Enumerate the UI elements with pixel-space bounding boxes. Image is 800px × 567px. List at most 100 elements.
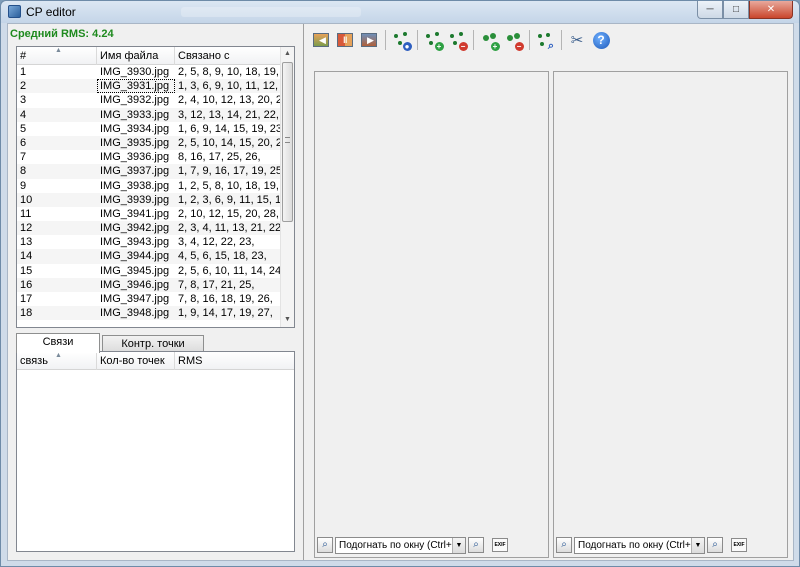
settings-button[interactable]: ✂ <box>566 29 588 51</box>
cell-linked: 7, 8, 17, 21, 25, <box>178 278 255 291</box>
help-button[interactable]: ? <box>590 29 612 51</box>
tab-control-points[interactable]: Контр. точки <box>102 335 204 352</box>
table-row[interactable]: 8 IMG_3937.jpg 1, 7, 9, 16, 17, 19, 25, 2.… <box>17 164 281 179</box>
cell-number: 8 <box>20 165 27 178</box>
image-pair-prev-button[interactable]: ◀ <box>310 29 332 51</box>
zoom-fit-icon[interactable]: ⌕ <box>556 537 572 553</box>
image-viewer-right[interactable]: ⌕ Подогнать по окну (Ctrl+0) ▼ ⌕ EXIF <box>553 71 788 558</box>
zoom-mode-select[interactable]: Подогнать по окну (Ctrl+0) ▼ <box>574 536 705 554</box>
cell-number: 11 <box>20 207 32 220</box>
toolbar: ◀ ‖ ▶ ● + − + − ⌕ ✂ ? <box>310 28 614 52</box>
cell-linked: 1, 6, 9, 14, 15, 19, 23, 24, <box>178 122 281 135</box>
image-pair-next-button[interactable]: ▶ <box>358 29 380 51</box>
chevron-down-icon: ▼ <box>691 537 704 553</box>
cell-linked: 2, 10, 12, 15, 20, 28, <box>178 207 279 220</box>
cell-linked: 8, 16, 17, 25, 26, <box>178 151 261 164</box>
table-row[interactable]: 7 IMG_3936.jpg 8, 16, 17, 25, 26, <box>17 150 281 164</box>
window-title: CP editor <box>26 5 76 19</box>
column-header-linked[interactable]: Связано с <box>175 47 281 65</box>
maximize-button[interactable]: □ <box>723 1 749 19</box>
zoom-mode-select[interactable]: Подогнать по окну (Ctrl+0) ▼ <box>335 536 466 554</box>
cell-number: 4 <box>20 108 27 121</box>
column-header-point-count[interactable]: Кол-во точек <box>97 352 175 370</box>
viewer-left-controls: ⌕ Подогнать по окну (Ctrl+0) ▼ ⌕ EXIF <box>317 536 508 554</box>
sort-ascending-icon: ▲ <box>55 47 62 54</box>
table-row[interactable]: 16 IMG_3946.jpg 7, 8, 17, 21, 25, <box>17 277 281 292</box>
table-row[interactable]: 18 IMG_3948.jpg 1, 9, 14, 17, 19, 27, <box>17 306 281 321</box>
scroll-down-icon[interactable]: ▼ <box>281 313 294 327</box>
images-table[interactable]: # ▲ Имя файла Связано с 1 IMG_3930.jpg 2, 5… <box>16 46 295 328</box>
find-points-button[interactable]: ● <box>390 29 412 51</box>
cell-filename: IMG_3948.jpg <box>100 307 170 320</box>
minimize-button[interactable]: ─ <box>697 1 723 19</box>
image-pair-next-icon: ▶ <box>361 33 377 47</box>
remove-point-button[interactable]: − <box>446 29 468 51</box>
chevron-down-icon: ▼ <box>452 537 465 553</box>
table-row[interactable]: 12 IMG_3942.jpg 2, 3, 4, 11, 13, 21, 22, <box>17 221 281 236</box>
remove-link-button[interactable]: − <box>502 29 524 51</box>
close-button[interactable]: ✕ <box>749 1 793 19</box>
app-window: CP editor ─ □ ✕ Средний RMS: 4.24 # ▲ Имя… <box>0 0 800 567</box>
remove-point-icon: − <box>449 31 468 51</box>
add-point-button[interactable]: + <box>422 29 444 51</box>
table-row[interactable]: 4 IMG_3933.jpg 3, 12, 13, 14, 21, 22, 26, <box>17 107 281 122</box>
table-row[interactable]: 9 IMG_3938.jpg 1, 2, 5, 8, 10, 18, 19, 20.… <box>17 179 281 193</box>
add-link-button[interactable]: + <box>478 29 500 51</box>
zoom-in-icon[interactable]: ⌕ <box>468 537 484 553</box>
scroll-up-icon[interactable]: ▲ <box>281 47 294 61</box>
cell-filename: IMG_3933.jpg <box>100 108 170 121</box>
exif-button[interactable]: EXIF <box>492 538 508 552</box>
help-icon: ? <box>592 31 610 49</box>
client-area: Средний RMS: 4.24 # ▲ Имя файла Связано с… <box>7 23 794 561</box>
tab-links[interactable]: Связи <box>16 333 100 353</box>
app-icon <box>8 5 21 18</box>
column-header-rms[interactable]: RMS <box>175 352 294 370</box>
zoom-fit-icon[interactable]: ⌕ <box>317 537 333 553</box>
image-pair-swap-icon: ‖ <box>337 33 353 47</box>
table-row[interactable]: 6 IMG_3935.jpg 2, 5, 10, 14, 15, 20, 23, .… <box>17 135 281 151</box>
table-row[interactable]: 1 IMG_3930.jpg 2, 5, 8, 9, 10, 18, 19, 20.… <box>17 65 281 79</box>
table-row[interactable]: 3 IMG_3932.jpg 2, 4, 10, 12, 13, 20, 21, .… <box>17 93 281 107</box>
add-point-icon: + <box>425 31 444 51</box>
optimize-button[interactable]: ⌕ <box>534 29 556 51</box>
images-table-scrollbar[interactable]: ▲ ▼ <box>280 47 294 327</box>
images-table-body: 1 IMG_3930.jpg 2, 5, 8, 9, 10, 18, 19, 20.… <box>17 65 281 321</box>
cell-filename: IMG_3944.jpg <box>100 250 170 263</box>
cell-linked: 2, 5, 6, 10, 11, 14, 24, <box>178 264 281 277</box>
exif-button[interactable]: EXIF <box>731 538 747 552</box>
links-table-header: связь ▲ Кол-во точек RMS <box>17 352 294 370</box>
column-header-number[interactable]: # ▲ <box>17 47 97 65</box>
average-rms-label: Средний RMS: 4.24 <box>10 28 114 40</box>
cell-number: 9 <box>20 179 27 192</box>
cell-filename: IMG_3945.jpg <box>100 264 170 277</box>
column-header-filename[interactable]: Имя файла <box>97 47 175 65</box>
cell-number: 10 <box>20 193 33 206</box>
cell-linked: 7, 8, 16, 18, 19, 26, <box>178 293 273 305</box>
cell-filename: IMG_3941.jpg <box>100 207 170 220</box>
table-row[interactable]: 14 IMG_3944.jpg 4, 5, 6, 15, 18, 23, <box>17 249 281 264</box>
links-table[interactable]: связь ▲ Кол-во точек RMS <box>16 351 295 552</box>
images-table-header: # ▲ Имя файла Связано с <box>17 47 281 65</box>
toolbar-separator <box>561 30 562 50</box>
cell-number: 18 <box>20 307 33 320</box>
table-row[interactable]: 13 IMG_3943.jpg 3, 4, 12, 22, 23, <box>17 235 281 249</box>
table-row[interactable]: 10 IMG_3939.jpg 1, 2, 3, 6, 9, 11, 15, 19,… <box>17 192 281 207</box>
cell-filename: IMG_3947.jpg <box>100 293 170 305</box>
image-viewer-left[interactable]: ⌕ Подогнать по окну (Ctrl+0) ▼ ⌕ EXIF <box>314 71 549 558</box>
table-row[interactable]: 17 IMG_3947.jpg 7, 8, 16, 18, 19, 26, <box>17 292 281 306</box>
cell-filename: IMG_3934.jpg <box>100 122 170 135</box>
cell-linked: 1, 2, 5, 8, 10, 18, 19, 20... <box>178 179 281 192</box>
column-header-link[interactable]: связь ▲ <box>17 352 97 370</box>
image-pair-swap-button[interactable]: ‖ <box>334 29 356 51</box>
left-panel: Средний RMS: 4.24 # ▲ Имя файла Связано с… <box>8 24 304 560</box>
title-bar[interactable]: CP editor ─ □ ✕ <box>1 1 799 23</box>
scrollbar-thumb[interactable] <box>282 62 293 222</box>
cell-linked: 2, 5, 8, 9, 10, 18, 19, 20... <box>178 66 281 78</box>
cell-filename: IMG_3938.jpg <box>100 179 170 192</box>
table-row[interactable]: 11 IMG_3941.jpg 2, 10, 12, 15, 20, 28, <box>17 207 281 221</box>
cell-filename: IMG_3943.jpg <box>100 236 170 249</box>
zoom-in-icon[interactable]: ⌕ <box>707 537 723 553</box>
table-row[interactable]: 15 IMG_3945.jpg 2, 5, 6, 10, 11, 14, 24, <box>17 264 281 278</box>
table-row[interactable]: 5 IMG_3934.jpg 1, 6, 9, 14, 15, 19, 23, 24… <box>17 122 281 136</box>
table-row[interactable]: 2 IMG_3931.jpg1, 3, 6, 9, 10, 11, 12, 15.… <box>17 79 281 94</box>
